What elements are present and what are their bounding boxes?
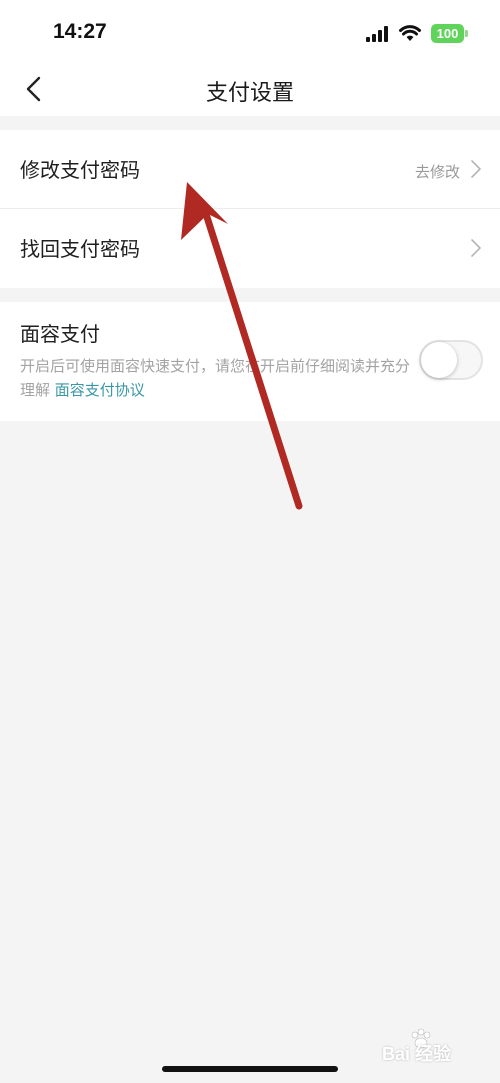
navigation-bar: 支付设置 — [0, 62, 500, 116]
change-password-hint: 去修改 — [414, 163, 460, 181]
face-pay-toggle[interactable] — [419, 340, 483, 380]
recover-password-row[interactable]: 找回支付密码 — [0, 209, 500, 288]
chevron-right-icon — [471, 160, 481, 178]
recover-password-label: 找回支付密码 — [20, 237, 140, 261]
face-pay-description: 开启后可使用面容快速支付，请您在开启前仔细阅读并充分理解 面容支付协议 — [20, 354, 410, 402]
watermark: Bai 经验 — [380, 1028, 490, 1068]
chevron-right-icon — [471, 239, 481, 257]
password-settings-group: 修改支付密码 去修改 找回支付密码 — [0, 130, 500, 288]
battery-indicator: 100 — [431, 24, 464, 43]
change-password-label: 修改支付密码 — [20, 158, 140, 182]
watermark-text: Bai 经验 — [382, 1044, 452, 1064]
battery-cap — [465, 30, 468, 37]
face-pay-agreement-link[interactable]: 面容支付协议 — [55, 381, 145, 399]
wifi-icon — [399, 25, 421, 41]
face-pay-group: 面容支付 开启后可使用面容快速支付，请您在开启前仔细阅读并充分理解 面容支付协议 — [0, 302, 500, 421]
face-pay-title: 面容支付 — [20, 322, 100, 346]
status-bar: 14:27 100 — [0, 0, 500, 62]
cellular-signal-icon — [366, 26, 388, 42]
toggle-knob — [421, 342, 457, 378]
page-title: 支付设置 — [205, 81, 294, 106]
status-time: 14:27 — [53, 20, 107, 43]
change-password-row[interactable]: 修改支付密码 去修改 — [0, 130, 500, 209]
home-indicator — [162, 1066, 338, 1072]
